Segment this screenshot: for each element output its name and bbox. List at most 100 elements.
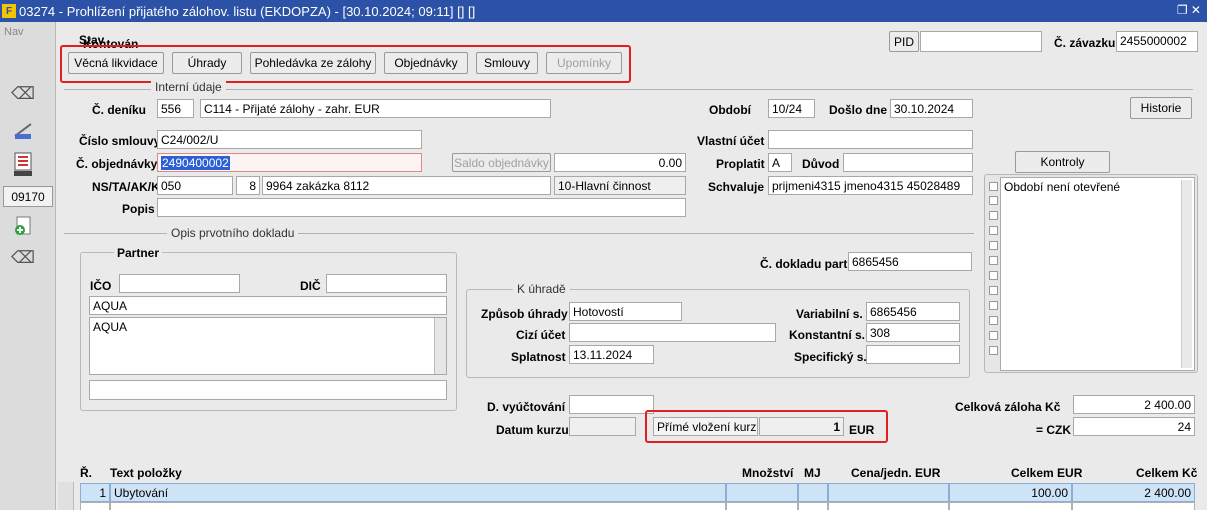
ak-field[interactable]: 9964 zakázka 8112 <box>262 176 551 195</box>
prime-vlozeni-kurzu[interactable]: Přímé vložení kurzu <box>653 417 758 436</box>
ico-field[interactable] <box>119 274 240 293</box>
pid-button[interactable]: PID <box>889 31 919 52</box>
czk-label: = CZK <box>1036 423 1072 437</box>
table-row-empty[interactable] <box>798 502 828 510</box>
zpusob-field[interactable]: Hotovostí <box>569 302 682 321</box>
uhrady-button[interactable]: Úhrady <box>172 52 242 74</box>
app-logo-icon: F <box>2 4 16 18</box>
objednavka-label: Č. objednávky <box>76 157 158 171</box>
schvaluje-field[interactable]: prijmeni4315 jmeno4315 45028489 <box>768 176 973 195</box>
kontroly-item-1: Období není otevřené <box>1004 180 1121 194</box>
col-header-mj: MJ <box>804 466 821 480</box>
table-row-empty[interactable] <box>726 502 798 510</box>
kontroly-checkbox[interactable] <box>989 286 998 295</box>
datum-kurzu-field[interactable] <box>569 417 636 436</box>
table-row-empty[interactable] <box>1072 502 1195 510</box>
kontroly-checkbox[interactable] <box>989 182 998 191</box>
kontroly-checkbox[interactable] <box>989 271 998 280</box>
objednavky-button[interactable]: Objednávky <box>384 52 468 74</box>
vyuctovani-label: D. vyúčtování <box>487 400 566 414</box>
celkova-zaloha-field: 2 400.00 <box>1073 395 1195 414</box>
doslo-field[interactable]: 30.10.2024 <box>890 99 973 118</box>
ns-field[interactable]: 050 <box>157 176 233 195</box>
vlastni-ucet-field[interactable] <box>768 130 973 149</box>
partner-address-field[interactable]: AQUA <box>89 317 447 375</box>
partner-extra-field[interactable] <box>89 380 447 400</box>
kontroly-items[interactable]: Období není otevřené <box>1000 177 1195 371</box>
kurz-value[interactable]: 1 <box>759 417 844 436</box>
vyuctovani-field[interactable] <box>569 395 654 414</box>
interni-section-title: Interní údaje <box>151 80 226 94</box>
vecna-likvidace-button[interactable]: Věcná likvidace <box>68 52 164 74</box>
address-scrollbar[interactable] <box>434 318 446 374</box>
denik-name[interactable]: C114 - Přijaté zálohy - zahr. EUR <box>200 99 551 118</box>
pid-input[interactable] <box>920 31 1042 52</box>
saldo-value: 0.00 <box>554 153 686 172</box>
kontroly-checkbox[interactable] <box>989 301 998 310</box>
kontroly-checkbox[interactable] <box>989 346 998 355</box>
kontroly-button[interactable]: Kontroly <box>1015 151 1110 173</box>
nav-label[interactable]: Nav <box>4 26 24 38</box>
doslo-label: Došlo dne <box>829 103 888 117</box>
historie-button[interactable]: Historie <box>1130 97 1192 119</box>
partner-name-field[interactable]: AQUA <box>89 296 447 315</box>
table-row-empty[interactable] <box>80 502 110 510</box>
col-header-mnozstvi: Množství <box>742 466 794 480</box>
objednavka-field[interactable]: 2490400002 <box>157 153 422 172</box>
duvod-field[interactable] <box>843 153 973 172</box>
window-title: 03274 - Prohlížení přijatého zálohov. li… <box>19 3 476 19</box>
pohledavka-button[interactable]: Pohledávka ze zálohy <box>250 52 376 74</box>
table-row-empty[interactable] <box>110 502 726 510</box>
table-scrollbar[interactable] <box>58 482 74 510</box>
smlouva-field[interactable]: C24/002/U <box>157 130 422 149</box>
table-row-celkem-kc[interactable]: 2 400.00 <box>1072 483 1195 502</box>
table-row-mj[interactable] <box>798 483 828 502</box>
smlouva-label: Číslo smlouvy <box>79 134 161 148</box>
kontroly-scrollbar[interactable] <box>1181 180 1192 368</box>
kontroly-checkbox[interactable] <box>989 211 998 220</box>
obdobi-field[interactable]: 10/24 <box>768 99 815 118</box>
splatnost-field[interactable]: 13.11.2024 <box>569 345 654 364</box>
add-document-icon[interactable] <box>8 212 38 240</box>
obdobi-label: Období <box>709 103 751 117</box>
table-row-mnozstvi[interactable] <box>726 483 798 502</box>
variabilni-label: Variabilní s. <box>796 307 863 321</box>
dic-field[interactable] <box>326 274 447 293</box>
popis-field[interactable] <box>157 198 686 217</box>
upominky-button[interactable]: Upomínky <box>546 52 622 74</box>
doklad-part-field[interactable]: 6865456 <box>848 252 972 271</box>
kontroly-checkbox[interactable] <box>989 256 998 265</box>
kontroly-checkbox[interactable] <box>989 316 998 325</box>
smlouvy-button[interactable]: Smlouvy <box>476 52 538 74</box>
zavazek-value[interactable]: 2455000002 <box>1116 31 1198 52</box>
interni-divider <box>64 89 1193 90</box>
sps-icon[interactable] <box>8 116 38 144</box>
kontroly-checkbox[interactable] <box>989 241 998 250</box>
denik-code[interactable]: 556 <box>157 99 194 118</box>
eraser-icon[interactable]: ⌫ <box>8 80 38 108</box>
saldo-objednavky-button[interactable]: Saldo objednávky <box>452 153 551 172</box>
table-row-text[interactable]: Ubytování <box>110 483 726 502</box>
ukoly-icon[interactable] <box>8 150 38 178</box>
table-row-empty[interactable] <box>949 502 1072 510</box>
cizi-ucet-field[interactable] <box>569 323 776 342</box>
clear-icon[interactable]: ⌫ <box>8 244 38 272</box>
ta-field[interactable]: 8 <box>236 176 260 195</box>
konstantni-field[interactable]: 308 <box>866 323 960 342</box>
variabilni-field[interactable]: 6865456 <box>866 302 960 321</box>
title-bar: F 03274 - Prohlížení přijatého zálohov. … <box>0 0 1207 22</box>
table-row-celkem[interactable]: 100.00 <box>949 483 1072 502</box>
table-row-number[interactable]: 1 <box>80 483 110 502</box>
specificky-field[interactable] <box>866 345 960 364</box>
kontroly-checkbox[interactable] <box>989 196 998 205</box>
czk-field: 24 <box>1073 417 1195 436</box>
window-controls[interactable]: ❐ ✕ <box>1177 3 1201 17</box>
celkova-zaloha-label: Celková záloha Kč <box>955 400 1061 414</box>
doklad-part-label: Č. dokladu part. <box>760 257 851 271</box>
table-row-empty[interactable] <box>828 502 949 510</box>
kontroly-checkbox[interactable] <box>989 331 998 340</box>
opis-section-title: Opis prvotního dokladu <box>167 226 299 240</box>
proplatit-field[interactable]: A <box>768 153 792 172</box>
table-row-cena[interactable] <box>828 483 949 502</box>
kontroly-checkbox[interactable] <box>989 226 998 235</box>
